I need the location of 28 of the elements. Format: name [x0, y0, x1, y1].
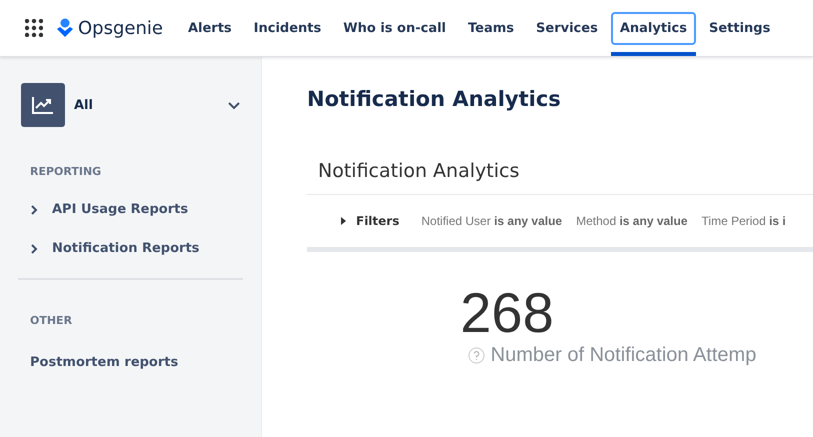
nav-tab[interactable]: Alerts: [178, 12, 241, 44]
filter-chip[interactable]: Notified User is any value: [421, 214, 562, 228]
nav-tab[interactable]: Teams: [459, 12, 524, 44]
sidebar-item[interactable]: Notification Reports: [0, 241, 261, 256]
card-title: Notification Analytics: [307, 148, 813, 195]
filter-chip[interactable]: Method is any value: [576, 214, 688, 228]
nav-tab[interactable]: Analytics: [610, 12, 696, 44]
nav-tab[interactable]: Services: [527, 12, 607, 44]
sidebar-item[interactable]: Postmortem reports: [18, 355, 243, 370]
nav-tab[interactable]: Incidents: [244, 12, 330, 44]
sidebar-item[interactable]: API Usage Reports: [0, 202, 261, 217]
section-heading: REPORTING: [29, 165, 102, 178]
metric-label: Number of Notification Attemp: [490, 344, 756, 367]
section-heading: OTHER: [29, 314, 74, 327]
scope-selector[interactable]: All: [21, 83, 241, 127]
chevron-right-icon: [30, 204, 38, 214]
app-switcher-icon[interactable]: [25, 19, 43, 37]
filters-toggle[interactable]: Filters: [341, 214, 400, 228]
caret-right-icon: [341, 217, 346, 225]
filter-chip[interactable]: Time Period is i: [702, 214, 786, 228]
metric-value: 268: [459, 282, 555, 344]
nav-tab[interactable]: Who is on-call: [334, 12, 456, 44]
chevron-right-icon: [30, 244, 38, 254]
brand-name: Opsgenie: [78, 18, 163, 38]
page-title: Notification Analytics: [307, 87, 562, 111]
nav-tab[interactable]: Settings: [700, 12, 780, 44]
chart-icon: [21, 83, 65, 127]
logo-icon: [56, 18, 74, 38]
